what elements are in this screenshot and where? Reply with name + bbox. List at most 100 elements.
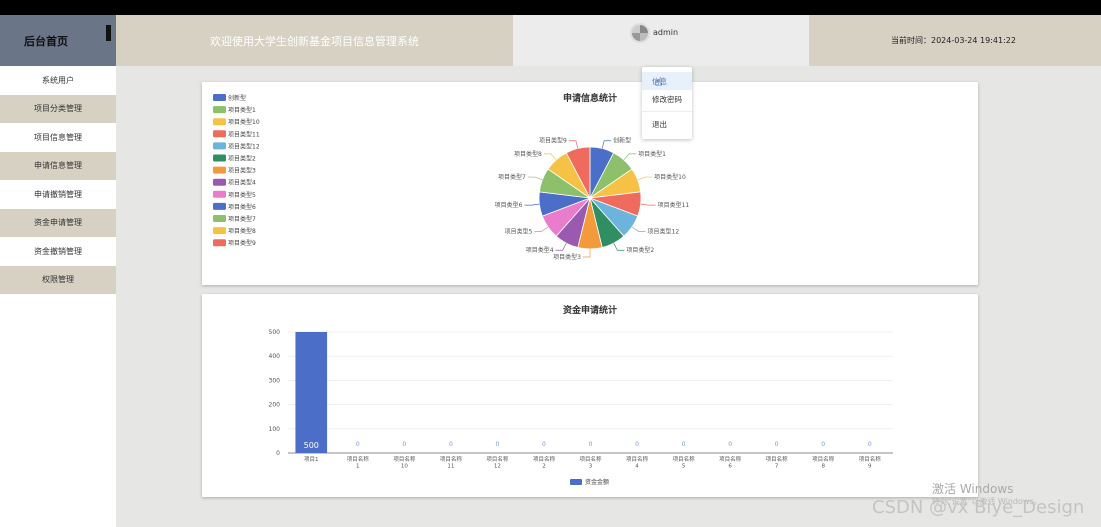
bar-chart: 0100200300400500500项目10项目名称10项目名称100项目名称… xyxy=(269,329,893,486)
sidebar-item-users[interactable]: 系统用户 xyxy=(0,66,116,95)
menu-item-change-password[interactable]: 修改密码 xyxy=(642,90,692,108)
sidebar-item-project[interactable]: 项目信息管理 xyxy=(0,123,116,152)
data-label: 0 xyxy=(496,441,500,448)
x-tick-label: 项目名称 xyxy=(347,455,370,463)
pie-label: 项目类型4 xyxy=(526,246,554,254)
sidebar-item-label: 申请信息管理 xyxy=(34,161,82,171)
pie-label-line xyxy=(640,203,656,206)
x-tick-label: 3 xyxy=(589,464,593,470)
legend-swatch[interactable] xyxy=(213,130,226,138)
legend-label[interactable]: 项目类型3 xyxy=(228,167,256,175)
legend-label[interactable]: 项目类型11 xyxy=(228,130,260,138)
pie-chart-card: 申请信息统计 创新型 项目类型1 项目类型10 项目类型11 项目类型12 项目类型2 项目… xyxy=(202,82,978,285)
legend-label[interactable]: 项目类型4 xyxy=(228,179,256,187)
legend-label[interactable]: 资金金额 xyxy=(585,478,609,486)
y-tick-label: 100 xyxy=(269,426,281,433)
legend-label[interactable]: 项目类型5 xyxy=(228,191,256,199)
legend-label[interactable]: 项目类型6 xyxy=(228,203,256,211)
legend-label[interactable]: 项目类型2 xyxy=(228,155,256,163)
y-tick-label: 200 xyxy=(269,402,281,409)
legend-swatch[interactable] xyxy=(213,178,226,186)
x-tick-label: 4 xyxy=(635,464,639,470)
pie-label-line xyxy=(631,226,646,232)
legend-swatch[interactable] xyxy=(213,118,226,126)
x-tick-label: 5 xyxy=(682,464,686,470)
legend-label[interactable]: 项目类型8 xyxy=(228,227,256,235)
pie-label-line xyxy=(613,242,625,251)
data-label: 0 xyxy=(449,441,453,448)
legend-swatch[interactable] xyxy=(213,239,226,247)
data-label: 0 xyxy=(682,441,686,448)
x-tick-label: 项目名称 xyxy=(812,455,835,463)
pie-label-line xyxy=(623,153,637,161)
legend-swatch[interactable] xyxy=(213,215,226,222)
sidebar-item-permission[interactable]: 权限管理 xyxy=(0,265,116,294)
pie-label: 项目类型2 xyxy=(626,246,654,254)
legend-label[interactable]: 项目类型1 xyxy=(228,106,256,114)
sidebar-item-label: 权限管理 xyxy=(42,275,74,285)
legend-label[interactable]: 项目类型9 xyxy=(228,239,256,247)
x-tick-label: 项目名称 xyxy=(393,455,416,463)
pie-label: 创新型 xyxy=(613,137,631,145)
pie-label: 项目类型3 xyxy=(553,253,581,261)
bar[interactable] xyxy=(295,332,328,453)
y-tick-label: 0 xyxy=(276,450,280,457)
menu-item-logout[interactable]: 退出 xyxy=(642,115,692,133)
sidebar-item-category[interactable]: 项目分类管理 xyxy=(0,94,116,123)
pie-label-line xyxy=(568,140,579,149)
brand-label: 后台首页 xyxy=(24,34,68,48)
pie-label: 项目类型12 xyxy=(648,228,680,236)
welcome-banner: 欢迎使用大学生创新基金项目信息管理系统 xyxy=(116,15,513,66)
avatar[interactable] xyxy=(630,23,650,43)
legend-swatch[interactable] xyxy=(570,479,582,485)
legend-swatch[interactable] xyxy=(213,202,226,210)
pie-label: 项目类型10 xyxy=(654,173,686,181)
data-label: 0 xyxy=(589,441,593,448)
legend-label[interactable]: 项目类型10 xyxy=(228,118,260,126)
pie-label: 项目类型9 xyxy=(539,137,567,145)
brand-home[interactable]: 后台首页 xyxy=(0,15,116,66)
x-tick-label: 项目名称 xyxy=(579,455,602,463)
username[interactable]: admin xyxy=(653,28,678,37)
legend-swatch[interactable] xyxy=(213,94,226,101)
legend-label[interactable]: 创新型 xyxy=(228,94,246,102)
user-menu[interactable]: admin xyxy=(513,15,809,66)
pie-label-line xyxy=(601,140,612,149)
sidebar-item-application[interactable]: 申请信息管理 xyxy=(0,151,116,180)
pie-label: 项目类型7 xyxy=(498,173,526,181)
sidebar-item-label: 申请撤销管理 xyxy=(34,189,82,199)
sidebar-toggle-icon[interactable] xyxy=(106,25,111,41)
legend-swatch[interactable] xyxy=(213,190,226,198)
sidebar-item-fund-revoke[interactable]: 资金撤销管理 xyxy=(0,237,116,266)
data-label: 0 xyxy=(868,441,872,448)
data-label: 0 xyxy=(728,441,732,448)
data-label: 500 xyxy=(304,441,319,450)
hand-cursor-icon: ☝ xyxy=(655,75,663,89)
top-black-bar xyxy=(0,0,1101,15)
legend-swatch[interactable] xyxy=(213,166,226,174)
x-tick-label: 10 xyxy=(401,464,408,470)
sidebar-item-revoke-application[interactable]: 申请撤销管理 xyxy=(0,180,116,209)
pie-label-line xyxy=(637,176,653,181)
user-dropdown-menu: 信息 修改密码 退出 xyxy=(642,67,692,139)
current-time: 当前时间：2024-03-24 19:41:22 xyxy=(809,15,1101,66)
x-tick-label: 项目名称 xyxy=(626,455,649,463)
csdn-watermark: CSDN @vx Biye_Design xyxy=(872,497,1085,518)
legend-swatch[interactable] xyxy=(213,227,226,235)
legend-label[interactable]: 项目类型7 xyxy=(228,215,256,223)
menu-item-info[interactable]: 信息 xyxy=(642,72,692,90)
pie-label-line xyxy=(543,153,557,161)
welcome-text: 欢迎使用大学生创新基金项目信息管理系统 xyxy=(210,34,419,48)
bar-chart-card: 资金申请统计 0 100 200 300 400 500 500 项目1 0 项目名称 1 0 项目名称… xyxy=(202,294,978,497)
app: 后台首页 欢迎使用大学生创新基金项目信息管理系统 admin 当前时间：2024… xyxy=(0,15,1101,527)
legend-swatch[interactable] xyxy=(213,106,226,114)
legend-swatch[interactable] xyxy=(213,154,226,162)
pie-label: 项目类型5 xyxy=(505,228,533,236)
legend-label[interactable]: 项目类型12 xyxy=(228,142,260,150)
legend-swatch[interactable] xyxy=(213,142,226,150)
x-tick-label: 项目1 xyxy=(304,456,319,463)
x-tick-label: 9 xyxy=(868,464,872,470)
pie-label: 项目类型1 xyxy=(638,150,666,158)
sidebar-item-fund-application[interactable]: 资金申请管理 xyxy=(0,208,116,237)
pie-label-line xyxy=(583,249,591,258)
